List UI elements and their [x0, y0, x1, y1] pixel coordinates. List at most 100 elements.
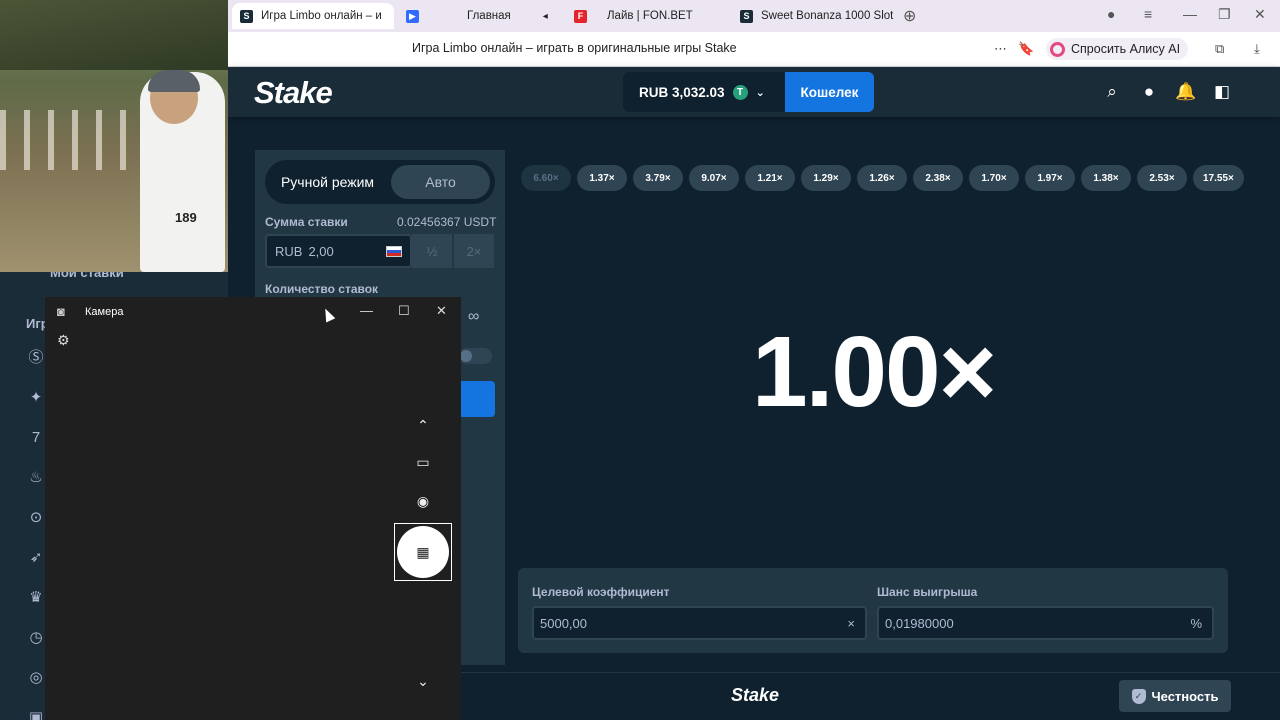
currency-code: RUB — [275, 243, 303, 259]
webcam-cap — [148, 70, 200, 92]
qr-code-icon: ▦ — [416, 543, 430, 560]
balance-selector[interactable]: RUB 3,032.03 T ⌄ — [623, 72, 785, 112]
target-icon[interactable]: ◎ — [26, 668, 46, 688]
close-window-icon[interactable]: ✕ — [1254, 6, 1266, 23]
fire-icon[interactable]: ♨ — [26, 468, 46, 488]
site-header: Stake RUB 3,032.03 T ⌄ Кошелек ⌕ ● 🔔 ◧ — [228, 67, 1280, 117]
history-chip[interactable]: 1.70× — [969, 165, 1019, 191]
russia-flag-icon — [386, 246, 402, 257]
chevron-down-icon[interactable]: ⌄ — [415, 673, 431, 689]
restore-icon[interactable]: ❐ — [1218, 6, 1231, 23]
history-chip[interactable]: 1.97× — [1025, 165, 1075, 191]
sparkle-icon[interactable]: ✦ — [26, 388, 46, 408]
footer-stake-logo: Stake — [731, 685, 780, 705]
qr-scan-button[interactable]: ▦ — [397, 526, 449, 578]
history-chip[interactable]: 2.53× — [1137, 165, 1187, 191]
extensions-icon[interactable]: ⧉ — [1215, 41, 1224, 57]
photo-mode-icon[interactable]: ◉ — [415, 493, 431, 509]
wallet-button[interactable]: Кошелек — [785, 72, 874, 112]
tab-sweet-bonanza[interactable]: S Sweet Bonanza 1000 Slot — [732, 3, 898, 29]
alice-icon — [1050, 41, 1065, 57]
tab-label: Игра Limbo онлайн – и — [261, 10, 382, 22]
user-icon[interactable]: ● — [1139, 82, 1159, 102]
menu-icon[interactable]: ≡ — [1144, 6, 1152, 22]
history-chip[interactable]: 1.38× — [1081, 165, 1131, 191]
bookmark-icon[interactable]: 🔖 — [1018, 41, 1034, 57]
more-icon[interactable]: ⋯ — [994, 41, 1007, 57]
stopwatch-icon[interactable]: ◷ — [26, 628, 46, 648]
fonbet-favicon-icon: F — [574, 9, 587, 23]
history-chip[interactable]: 17.55× — [1193, 165, 1244, 191]
video-mode-icon[interactable]: ▭ — [415, 454, 431, 470]
stake-logo[interactable]: Stake — [254, 75, 333, 111]
chat-panel-icon[interactable]: ◧ — [1212, 82, 1232, 102]
gear-icon[interactable]: ⚙ — [57, 332, 70, 349]
maximize-icon[interactable]: ☐ — [398, 303, 410, 319]
search-icon[interactable]: ⌕ — [1102, 82, 1122, 102]
target-multiplier-label: Целевой коэффициент — [532, 585, 670, 599]
current-multiplier: 1.00× — [751, 316, 997, 428]
page-title[interactable]: Игра Limbo онлайн – играть в оригинальны… — [412, 41, 737, 55]
camera-app-window: ◙ Камера — ☐ ✕ ⚙ ⌃ ▭ ◉ ▦ ⌄ — [45, 297, 461, 720]
bet-value: 2,00 — [308, 243, 334, 259]
auto-mode-tab[interactable]: Авто — [391, 165, 490, 199]
binoculars-icon[interactable]: ⊙ — [26, 508, 46, 528]
double-bet-button[interactable]: 2× — [454, 234, 494, 268]
alice-label: Спросить Алису AI — [1071, 42, 1181, 56]
tab-limbo[interactable]: S Игра Limbo онлайн – и ✕ — [232, 3, 394, 29]
history-chip[interactable]: 2.38× — [913, 165, 963, 191]
downloads-icon[interactable]: ⤓ — [1254, 41, 1260, 57]
target-multiplier-input[interactable]: 5000,00 × — [532, 606, 867, 640]
history-chip[interactable]: 6.60× — [521, 165, 571, 191]
history-chip[interactable]: 1.29× — [801, 165, 851, 191]
history-chip[interactable]: 1.37× — [577, 165, 627, 191]
gift-icon[interactable]: ▣ — [26, 708, 46, 720]
777-icon[interactable]: 7 — [26, 428, 46, 448]
win-chance-value: 0,01980000 — [885, 615, 954, 631]
fairness-label: Честность — [1151, 688, 1219, 704]
fairness-button[interactable]: ✓ Честность — [1119, 680, 1231, 712]
toggle-knob — [460, 350, 472, 362]
history-chip[interactable]: 1.21× — [745, 165, 795, 191]
camera-app-title: Камера — [85, 306, 124, 318]
bet-amount-label: Сумма ставки — [265, 215, 348, 229]
history-chip[interactable]: 3.79× — [633, 165, 683, 191]
tab-home[interactable]: ▶ Главная ◂ ✕ — [398, 3, 560, 29]
win-chance-input[interactable]: 0,01980000 % — [877, 606, 1214, 640]
chevron-up-icon[interactable]: ⌃ — [415, 417, 431, 433]
stake-favicon-icon: S — [740, 9, 753, 23]
balance-amount: RUB 3,032.03 — [639, 84, 725, 100]
stake-originals-icon[interactable]: Ⓢ — [26, 348, 46, 368]
recent-results: 6.60× 1.37× 3.79× 9.07× 1.21× 1.29× 1.26× 2.38×… — [521, 165, 1244, 191]
manual-mode-tab[interactable]: Ручной режим — [270, 165, 385, 199]
webcam-fence — [0, 110, 150, 170]
notifications-icon[interactable]: 🔔 — [1175, 82, 1196, 102]
profile-icon[interactable]: ● — [1107, 6, 1115, 22]
tab-fonbet[interactable]: F Лайв | FON.BET — [566, 3, 728, 29]
rocket-icon[interactable]: ➶ — [26, 548, 46, 568]
close-icon[interactable]: ✕ — [436, 303, 447, 319]
bet-amount-usdt: 0.02456367 USDT — [397, 215, 497, 229]
shirt-text: 189 — [175, 210, 197, 225]
limbo-game-area: 6.60× 1.37× 3.79× 9.07× 1.21× 1.29× 1.26× 2.38×… — [505, 150, 1244, 665]
half-bet-button[interactable]: ½ — [412, 234, 452, 268]
new-tab-icon[interactable]: ⊕ — [903, 6, 916, 26]
history-chip[interactable]: 1.26× — [857, 165, 907, 191]
qr-scan-button-frame: ▦ — [394, 523, 452, 581]
history-chip[interactable]: 9.07× — [689, 165, 739, 191]
mode-toggle: Ручной режим Авто — [265, 160, 495, 204]
crown-icon[interactable]: ♛ — [26, 588, 46, 608]
game-footer: Stake ✓ Честность — [461, 672, 1280, 720]
webcam-overlay: 189 — [0, 0, 228, 272]
webcam-tent — [0, 0, 228, 70]
minimize-icon[interactable]: — — [1183, 6, 1197, 22]
tether-icon: T — [732, 84, 748, 100]
infinity-icon[interactable]: ∞ — [468, 308, 479, 326]
ask-alice-button[interactable]: Спросить Алису AI — [1046, 38, 1189, 60]
bet-amount-input[interactable]: RUB 2,00 — [265, 234, 412, 268]
tab-label: Sweet Bonanza 1000 Slot — [761, 10, 894, 22]
speaker-icon[interactable]: ◂ — [543, 11, 548, 22]
shield-check-icon: ✓ — [1131, 688, 1146, 704]
toggle-switch[interactable] — [458, 348, 492, 364]
minimize-icon[interactable]: — — [360, 303, 373, 318]
